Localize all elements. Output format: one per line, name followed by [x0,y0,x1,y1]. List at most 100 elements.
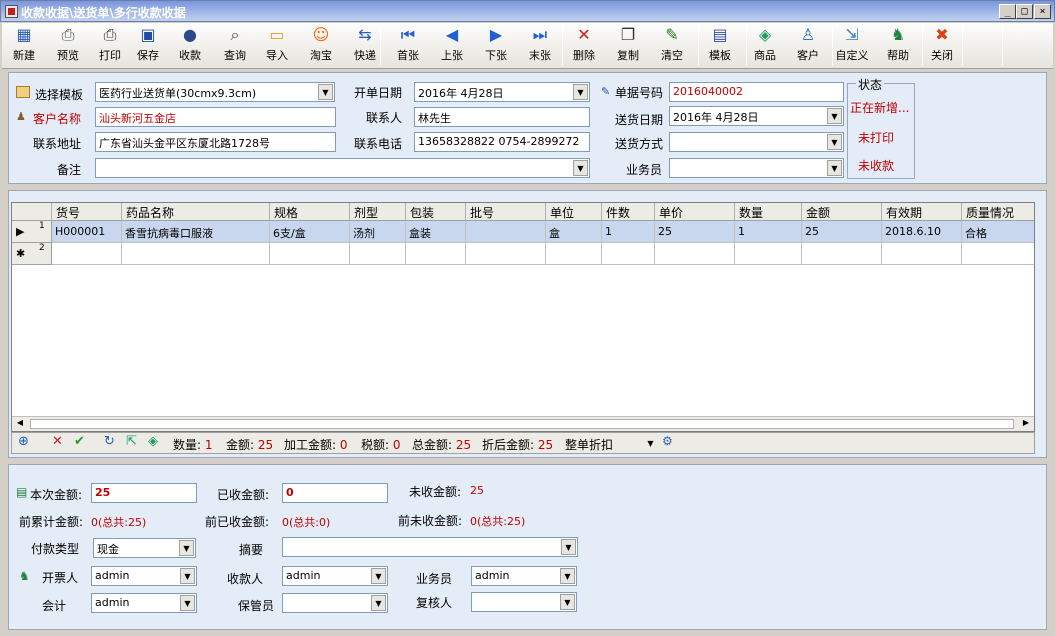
table-cell[interactable]: 1 [602,221,655,243]
summary-select[interactable]: ▼ [282,537,578,557]
table-cell[interactable] [466,221,546,243]
column-header[interactable]: 件数 [602,203,655,221]
table-cell[interactable]: 合格 [962,221,1034,243]
column-header[interactable]: 货号 [52,203,122,221]
toolbar-button-17[interactable]: ◈ 商品 [746,25,784,67]
chevron-down-icon[interactable]: ▼ [371,595,386,611]
row-header[interactable]: ▶ 1 [12,221,52,243]
delete-row-icon[interactable]: ✕ [52,434,63,449]
chevron-down-icon[interactable]: ▼ [561,539,576,555]
toolbar-button-4[interactable]: ● 收款 [170,25,210,67]
phone-field[interactable]: 13658328822 0754-2899272 [414,132,590,152]
toolbar-button-7[interactable]: ☺ 淘宝 [302,25,340,67]
toolbar-button-1[interactable]: ⎙ 预览 [48,25,88,67]
toolbar-button-20[interactable]: ♞ 帮助 [878,25,918,67]
accountant-select[interactable]: admin ▼ [91,593,197,613]
scroll-right-icon[interactable]: ▶ [1019,418,1033,430]
chevron-down-icon[interactable]: ▼ [827,160,842,176]
column-header[interactable]: 剂型 [350,203,406,221]
table-cell[interactable] [546,243,602,265]
column-header[interactable]: 批号 [466,203,546,221]
whole-discount-select[interactable]: ▼ [616,434,660,452]
column-header[interactable]: 单位 [546,203,602,221]
chevron-down-icon[interactable]: ▼ [180,568,195,584]
chevron-down-icon[interactable]: ▼ [179,540,194,556]
scroll-left-icon[interactable]: ◀ [13,418,27,430]
toolbar-button-2[interactable]: ⎙ 打印 [92,25,128,67]
delivery-date-picker[interactable]: 2016年 4月28日 ▼ [669,106,844,126]
toolbar-button-5[interactable]: ⌕ 查询 [216,25,254,67]
toolbar-button-13[interactable]: ✕ 删除 [564,25,604,67]
toolbar-button-18[interactable]: ♙ 客户 [788,25,828,67]
close-window-button[interactable]: × [1034,4,1051,19]
table-cell[interactable]: 6支/盒 [270,221,350,243]
toolbar-button-14[interactable]: ❐ 复制 [608,25,648,67]
chevron-down-icon[interactable]: ▼ [827,134,842,150]
table-cell[interactable]: 汤剂 [350,221,406,243]
column-header[interactable]: 有效期 [882,203,962,221]
toolbar-button-10[interactable]: ◀ 上张 [432,25,472,67]
add-row-icon[interactable]: ⊕ [18,434,29,449]
issuer-select[interactable]: admin ▼ [91,566,197,586]
ship-method-select[interactable]: ▼ [669,132,844,152]
doc-no-field[interactable]: 2016040002 [669,82,844,102]
reviewer-select[interactable]: ▼ [471,592,577,612]
address-field[interactable]: 广东省汕头金平区东厦北路1728号 [95,132,336,152]
product-icon[interactable]: ◈ [148,434,158,449]
column-header[interactable]: 包装 [406,203,466,221]
table-cell[interactable]: 盒 [546,221,602,243]
confirm-icon[interactable]: ✔ [74,434,85,449]
pay-salesman-select[interactable]: admin ▼ [471,566,577,586]
toolbar-button-6[interactable]: ▭ 导入 [258,25,296,67]
column-header[interactable]: 规格 [270,203,350,221]
table-cell[interactable]: 盒装 [406,221,466,243]
settings-icon[interactable]: ⚙ [662,434,673,448]
table-cell[interactable] [52,243,122,265]
refresh-icon[interactable]: ↻ [104,434,115,449]
table-cell[interactable] [350,243,406,265]
column-header[interactable]: 金额 [802,203,882,221]
table-cell[interactable] [962,243,1034,265]
column-header[interactable]: 质量情况 [962,203,1034,221]
received-field[interactable]: 0 [282,483,388,503]
chevron-down-icon[interactable]: ▼ [318,84,333,100]
table-cell[interactable] [882,243,962,265]
arrow-icon[interactable]: ⇱ [126,434,137,449]
salesman-select[interactable]: ▼ [669,158,844,178]
chevron-down-icon[interactable]: ▼ [573,84,588,100]
table-cell[interactable]: H000001 [52,221,122,243]
table-cell[interactable]: 香雪抗病毒口服液 [122,221,270,243]
table-cell[interactable] [122,243,270,265]
chevron-down-icon[interactable]: ▼ [560,594,575,610]
column-header[interactable]: 数量 [735,203,802,221]
table-cell[interactable] [802,243,882,265]
minimize-button[interactable]: _ [999,4,1016,19]
contact-field[interactable]: 林先生 [414,107,590,127]
toolbar-button-21[interactable]: ✖ 关闭 [922,25,962,67]
template-select[interactable]: 医药行业送货单(30cmx9.3cm) ▼ [95,82,335,102]
table-cell[interactable] [270,243,350,265]
this-amount-field[interactable]: 25 [91,483,197,503]
table-cell[interactable]: 25 [655,221,735,243]
chevron-down-icon[interactable]: ▼ [827,108,842,124]
toolbar-button-12[interactable]: ⏭ 末张 [520,25,560,67]
toolbar-button-3[interactable]: ▣ 保存 [130,25,166,67]
table-cell[interactable] [466,243,546,265]
table-cell[interactable] [735,243,802,265]
column-header[interactable]: 药品名称 [122,203,270,221]
table-cell[interactable] [602,243,655,265]
maximize-button[interactable]: □ [1016,4,1033,19]
payee-select[interactable]: admin ▼ [282,566,388,586]
toolbar-button-15[interactable]: ✎ 清空 [652,25,692,67]
chevron-down-icon[interactable]: ▼ [573,160,588,176]
toolbar-button-11[interactable]: ▶ 下张 [476,25,516,67]
table-cell[interactable] [655,243,735,265]
chevron-down-icon[interactable]: ▼ [560,568,575,584]
chevron-down-icon[interactable]: ▼ [643,436,658,451]
table-cell[interactable]: 1 [735,221,802,243]
toolbar-button-19[interactable]: ⇲ 自定义 [832,25,872,67]
table-cell[interactable]: 25 [802,221,882,243]
scroll-thumb[interactable] [30,419,1014,429]
remark-select[interactable]: ▼ [95,158,590,178]
open-date-picker[interactable]: 2016年 4月28日 ▼ [414,82,590,102]
